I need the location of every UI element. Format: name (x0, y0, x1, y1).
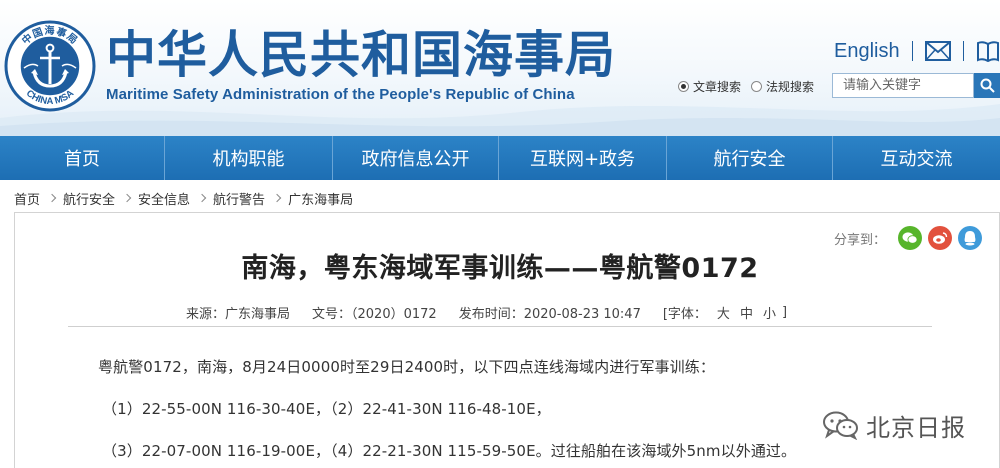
site-header: 中国海事局 CHINA MSA 中华人民共和国海事局 Maritime Safe… (0, 0, 1000, 136)
article-paragraph: （1）22-55-00N 116-30-40E，（2）22-41-30N 116… (102, 400, 551, 418)
nav-item-gov-info[interactable]: 政府信息公开 (333, 136, 499, 180)
article-title: 南海，粤东海域军事训练——粤航警0172 (241, 253, 759, 284)
site-subtitle: Maritime Safety Administration of the Pe… (106, 86, 575, 103)
breadcrumb-item[interactable]: 航行警告 (213, 189, 265, 208)
chevron-right-icon (47, 193, 57, 203)
article-doc-number: 文号：（2020）0172 (312, 306, 437, 322)
divider (911, 41, 913, 61)
radio-button[interactable] (751, 80, 763, 92)
font-size-small-button[interactable]: 小 (763, 303, 776, 322)
watermark: 北京日报 (822, 408, 966, 442)
search-button[interactable] (974, 73, 1000, 98)
font-size-close-bracket: ] (781, 304, 788, 320)
breadcrumb-item[interactable]: 首页 (14, 189, 40, 208)
nav-item-interaction[interactable]: 互动交流 (833, 136, 1000, 180)
article-publish-time: 发布时间：2020-08-23 10:47 (458, 306, 641, 322)
article-paragraph: （3）22-07-00N 116-19-00E，（4）22-21-30N 115… (102, 442, 797, 460)
anchor-emblem-icon[interactable]: 中国海事局 CHINA MSA (4, 20, 96, 112)
breadcrumb-item[interactable]: 安全信息 (138, 189, 190, 208)
font-size-medium-button[interactable]: 中 (740, 303, 753, 322)
search-icon (980, 78, 995, 93)
divider (962, 41, 964, 61)
font-size-label: [字体： (662, 306, 707, 322)
search-option-regulations[interactable]: 法规搜索 (751, 78, 814, 95)
main-nav: 首页 机构职能 政府信息公开 互联网+政务 航行安全 互动交流 (0, 136, 1000, 180)
nav-item-internet-gov[interactable]: 互联网+政务 (499, 136, 667, 180)
search-type-options: 文章搜索 法规搜索 (678, 78, 824, 94)
wechat-logo-icon (823, 411, 858, 440)
nav-item-navigation-safety[interactable]: 航行安全 (667, 136, 833, 180)
font-size-control: [字体： 大 中 小 ] (663, 303, 787, 322)
search-input[interactable] (832, 73, 974, 98)
meta-divider (68, 326, 932, 327)
share-label: 分享到： (834, 232, 887, 248)
nav-item-functions[interactable]: 机构职能 (165, 136, 333, 180)
article-paragraph: 粤航警0172，南海，8月24日0000时至29日2400时，以下四点连线海域内… (98, 358, 715, 376)
chevron-right-icon (122, 193, 132, 203)
radio-button-selected[interactable] (678, 80, 689, 92)
breadcrumb-item[interactable]: 航行安全 (63, 189, 115, 208)
top-links: English (834, 38, 1000, 64)
search-option-label: 法规搜索 (766, 79, 815, 94)
font-size-large-button[interactable]: 大 (717, 303, 730, 322)
mail-icon[interactable] (924, 41, 951, 61)
nav-item-home[interactable]: 首页 (0, 136, 165, 180)
breadcrumb-item[interactable]: 广东海事局 (288, 189, 353, 208)
search-option-articles[interactable]: 文章搜索 (678, 78, 741, 95)
chevron-right-icon (197, 193, 207, 203)
chevron-right-icon (272, 193, 282, 203)
book-icon[interactable] (976, 40, 1000, 62)
watermark-text: 北京日报 (866, 413, 966, 442)
english-link[interactable]: English (834, 40, 900, 63)
article-meta: 来源：广东海事局 文号：（2020）0172 发布时间：2020-08-23 1… (186, 303, 787, 322)
site-title[interactable]: 中华人民共和国海事局 (106, 26, 616, 84)
search-option-label: 文章搜索 (693, 79, 742, 94)
article-source: 来源：广东海事局 (186, 306, 291, 322)
breadcrumb: 首页 航行安全 安全信息 航行警告 广东海事局 (14, 189, 353, 208)
